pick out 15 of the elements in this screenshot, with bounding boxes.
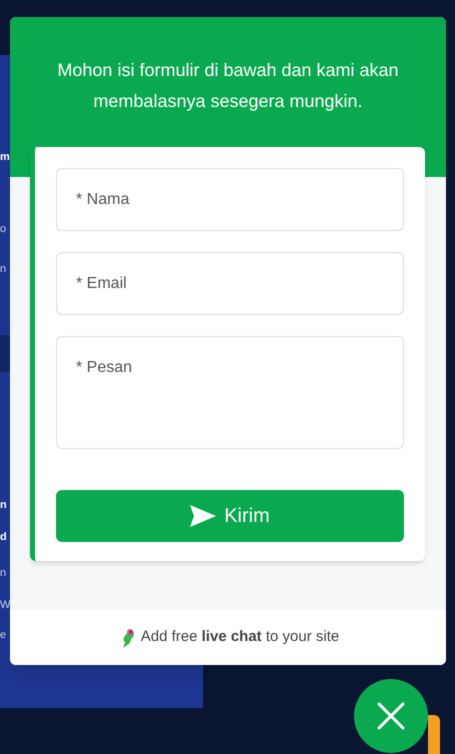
background-text: n	[0, 566, 6, 580]
input-field[interactable]: * Email	[56, 252, 404, 315]
message-field[interactable]: * Pesan	[56, 336, 404, 449]
background-text: d	[0, 530, 7, 544]
live-chat-link[interactable]: Add free live chat to your site	[140, 626, 340, 649]
send-icon	[190, 505, 216, 527]
header-message: Mohon isi formulir di bawah dan kami akan membalasnya sesegera mungkin.	[56, 59, 400, 113]
background-text: m	[0, 150, 10, 164]
background-text: e	[0, 628, 6, 642]
background-text: o	[0, 222, 6, 236]
background-text: n	[0, 262, 6, 276]
input-field[interactable]: * Nama	[56, 168, 404, 231]
background-text: W	[0, 598, 10, 612]
close-icon	[377, 702, 405, 730]
background-text: n	[0, 498, 7, 512]
